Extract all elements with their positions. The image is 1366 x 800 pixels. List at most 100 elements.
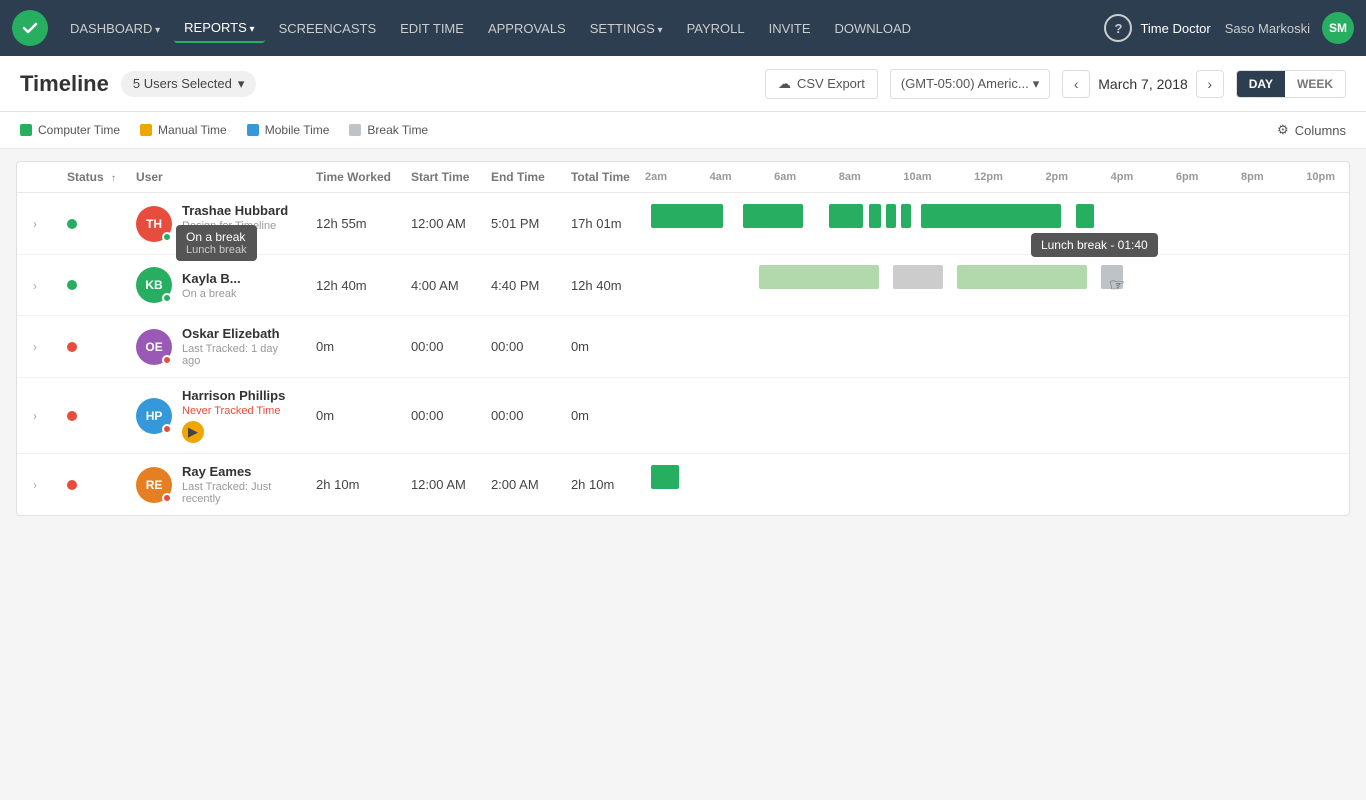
table-row: › HP Harrison Phillips Never Tr xyxy=(17,378,1349,454)
avatar: RE xyxy=(136,467,172,503)
th-start-time: Start Time xyxy=(401,162,481,193)
status-indicator xyxy=(162,232,172,242)
nav-dashboard[interactable]: DASHBOARD xyxy=(60,15,170,42)
time-worked: 0m xyxy=(306,316,401,378)
view-toggle: DAY WEEK xyxy=(1236,70,1346,98)
time-worked: 12h 40m xyxy=(306,255,401,316)
status-dot xyxy=(67,411,77,421)
page-title: Timeline xyxy=(20,71,109,97)
nav-edittime[interactable]: EDIT TIME xyxy=(390,15,474,42)
total-time: 0m xyxy=(561,316,641,378)
day-view-button[interactable]: DAY xyxy=(1237,71,1285,97)
cloud-icon: ☁ xyxy=(778,76,791,92)
total-time: 12h 40m xyxy=(561,255,641,316)
time-block-4 xyxy=(869,204,881,228)
nav-download[interactable]: DOWNLOAD xyxy=(825,15,922,42)
status-dot xyxy=(67,219,77,229)
table-row: › OE Oskar Elizebath Last Track xyxy=(17,316,1349,378)
end-time: 4:40 PM xyxy=(481,255,561,316)
status-indicator xyxy=(162,355,172,365)
on-break-sub: Lunch break xyxy=(186,244,247,256)
timeline-cell xyxy=(651,396,1339,436)
brand-name: Time Doctor xyxy=(1140,21,1210,36)
csv-export-button[interactable]: ☁ CSV Export xyxy=(765,69,878,99)
total-time: 2h 10m xyxy=(561,454,641,516)
status-dot xyxy=(67,342,77,352)
th-timeline: 2am4am6am8am10am12pm2pm4pm6pm8pm10pm xyxy=(641,162,1349,193)
time-worked: 12h 55m xyxy=(306,193,401,255)
nav-screencasts[interactable]: SCREENCASTS xyxy=(269,15,387,42)
user-name: Trashae Hubbard xyxy=(182,203,296,218)
break-time-dot xyxy=(349,124,361,136)
avatar: TH xyxy=(136,206,172,242)
track-button[interactable]: ▶ xyxy=(182,421,204,443)
time-block-computer2 xyxy=(957,265,1087,289)
expand-button[interactable]: › xyxy=(27,407,43,425)
user-subtitle: Never Tracked Time xyxy=(182,405,285,417)
nav-invite[interactable]: INVITE xyxy=(759,15,821,42)
table-row: › KB On a break Lunch break xyxy=(17,255,1349,316)
user-name: Harrison Phillips xyxy=(182,388,285,403)
start-time: 12:00 AM xyxy=(401,193,481,255)
current-date: March 7, 2018 xyxy=(1098,76,1188,92)
mobile-time-label: Mobile Time xyxy=(265,123,330,137)
expand-button[interactable]: › xyxy=(27,338,43,356)
next-date-button[interactable]: › xyxy=(1196,70,1224,98)
legend-bar: Computer Time Manual Time Mobile Time Br… xyxy=(0,112,1366,149)
user-avatar[interactable]: SM xyxy=(1322,12,1354,44)
break-time-label: Break Time xyxy=(367,123,428,137)
on-break-tooltip: On a break Lunch break xyxy=(176,225,257,261)
legend-mobile: Mobile Time xyxy=(247,123,330,137)
user-cell: KB On a break Lunch break Kayla B... On … xyxy=(136,267,296,303)
csv-label: CSV Export xyxy=(797,76,865,91)
time-block-ray xyxy=(651,465,679,489)
columns-button[interactable]: ⚙ Columns xyxy=(1277,122,1346,138)
start-time: 12:00 AM xyxy=(401,454,481,516)
week-view-button[interactable]: WEEK xyxy=(1285,71,1345,97)
total-time: 0m xyxy=(561,378,641,454)
timeline-cell xyxy=(651,204,1339,244)
start-time: 00:00 xyxy=(401,378,481,454)
subheader: Timeline 5 Users Selected ▾ ☁ CSV Export… xyxy=(0,56,1366,112)
users-selector[interactable]: 5 Users Selected ▾ xyxy=(121,71,257,97)
nav-settings[interactable]: SETTINGS xyxy=(580,15,673,42)
timeline-table-container: Status ↑ User Time Worked Start Time End… xyxy=(0,149,1366,528)
time-block-1 xyxy=(651,204,723,228)
user-cell: HP Harrison Phillips Never Tracked Time … xyxy=(136,388,296,443)
on-break-label: On a break xyxy=(186,230,247,244)
nav-reports[interactable]: REPORTS xyxy=(174,14,264,43)
expand-button[interactable]: › xyxy=(27,476,43,494)
expand-button[interactable]: › xyxy=(27,215,43,233)
gear-icon: ⚙ xyxy=(1277,122,1289,138)
user-info: Kayla B... On a break xyxy=(182,271,241,300)
expand-button[interactable]: › xyxy=(27,277,43,295)
th-total-time: Total Time xyxy=(561,162,641,193)
time-block-7 xyxy=(921,204,1061,228)
timeline-cell: Lunch break - 01:40 ☞ xyxy=(651,265,1339,305)
timezone-selector[interactable]: (GMT-05:00) Americ... ▾ xyxy=(890,69,1050,99)
nav-payroll[interactable]: PAYROLL xyxy=(677,15,755,42)
user-subtitle: On a break xyxy=(182,288,241,300)
user-subtitle: Last Tracked: 1 day ago xyxy=(182,343,296,367)
user-subtitle: Last Tracked: Just recently xyxy=(182,481,296,505)
nav-approvals[interactable]: APPROVALS xyxy=(478,15,576,42)
th-end-time: End Time xyxy=(481,162,561,193)
sort-icon: ↑ xyxy=(111,173,116,184)
start-time: 00:00 xyxy=(401,316,481,378)
cursor-icon: ☞ xyxy=(1109,275,1125,296)
th-status[interactable]: Status ↑ xyxy=(57,162,126,193)
user-info: Harrison Phillips Never Tracked Time ▶ xyxy=(182,388,285,443)
help-button[interactable]: ? xyxy=(1104,14,1132,42)
mobile-time-dot xyxy=(247,124,259,136)
avatar: KB xyxy=(136,267,172,303)
prev-date-button[interactable]: ‹ xyxy=(1062,70,1090,98)
user-info: Ray Eames Last Tracked: Just recently xyxy=(182,464,296,505)
legend-computer: Computer Time xyxy=(20,123,120,137)
manual-time-label: Manual Time xyxy=(158,123,227,137)
avatar: OE xyxy=(136,329,172,365)
logo[interactable] xyxy=(12,10,48,46)
columns-label: Columns xyxy=(1295,123,1346,138)
status-indicator xyxy=(162,424,172,434)
user-name: Oskar Elizebath xyxy=(182,326,296,341)
legend-manual: Manual Time xyxy=(140,123,227,137)
